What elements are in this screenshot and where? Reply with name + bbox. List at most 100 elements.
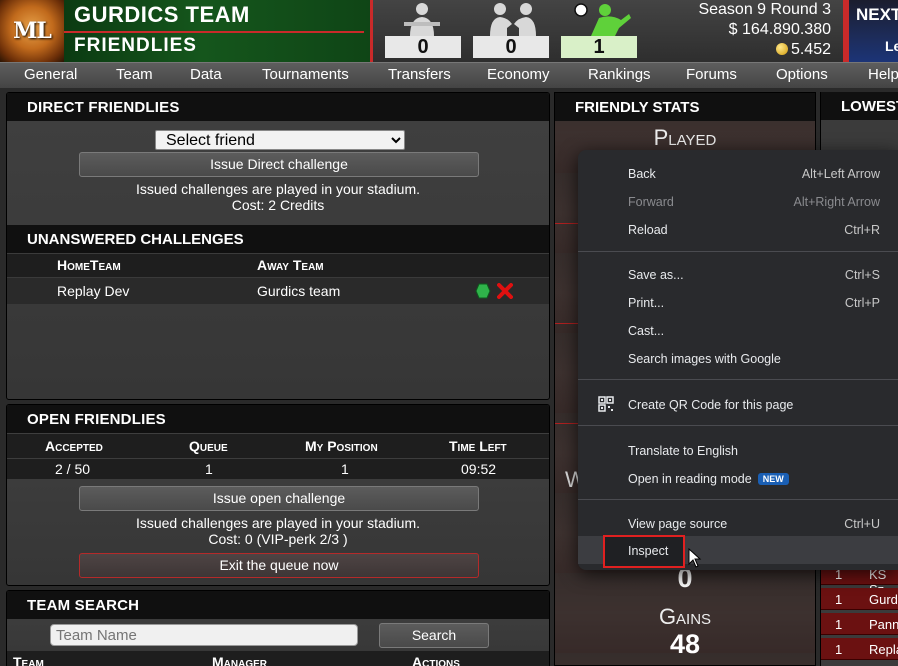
menu-label: Save as...: [628, 268, 684, 282]
credits-value: 5.452: [790, 41, 831, 58]
menu-item-search-images[interactable]: Search images with Google: [578, 344, 898, 372]
menu-shortcut: Alt+Left Arrow: [801, 167, 880, 181]
season-round: Season 9 Round 3: [698, 1, 831, 18]
menu-item-print[interactable]: Print... Ctrl+P: [578, 288, 898, 316]
draws-stat: 0: [467, 0, 549, 62]
team-title-block: GURDICS TEAM FRIENDLIES: [64, 0, 370, 62]
challenge-home-team[interactable]: Replay Dev: [57, 283, 129, 299]
nav-rankings[interactable]: Rankings: [588, 66, 651, 83]
next-match-block[interactable]: NEXT Le: [846, 0, 898, 62]
nav-data[interactable]: Data: [190, 66, 222, 83]
open-info-stadium: Issued challenges are played in your sta…: [135, 515, 421, 531]
friend-select[interactable]: Select friend: [155, 130, 405, 150]
coin-icon: [775, 43, 788, 55]
gains-value: 48: [669, 629, 701, 659]
menu-label: Open in reading mode NEW: [628, 472, 789, 486]
search-button[interactable]: Search: [379, 623, 489, 648]
nav-transfers[interactable]: Transfers: [388, 66, 451, 83]
handshake-icon: [490, 3, 536, 36]
page-title: FRIENDLIES: [74, 35, 197, 56]
menu-label: Forward: [628, 195, 674, 209]
col-team: Team: [13, 654, 44, 666]
friendly-stats-title: FRIENDLY STATS: [555, 93, 815, 121]
col-home-team: HomeTeam: [57, 257, 121, 273]
menu-separator: [578, 251, 898, 252]
match-record: 0 0 1 Season 9 Round 3 $ 164.890.380 5.4…: [370, 0, 846, 62]
loss-figure-icon: [404, 3, 440, 36]
team-name-search-input[interactable]: [50, 624, 358, 646]
lowest-row[interactable]: 1 Repla: [821, 638, 898, 660]
played-label: Played: [653, 125, 717, 150]
nav-team[interactable]: Team: [116, 66, 153, 83]
menu-item-save-as[interactable]: Save as... Ctrl+S: [578, 260, 898, 288]
col-time-left: Time Left: [449, 438, 507, 454]
direct-friendlies-panel: DIRECT FRIENDLIES Select friend Issue Di…: [6, 92, 550, 400]
nav-tournaments[interactable]: Tournaments: [262, 66, 349, 83]
challenge-away-team[interactable]: Gurdics team: [257, 283, 340, 299]
lowest-rank: 1: [835, 592, 843, 607]
col-actions: Actions: [412, 654, 460, 666]
menu-item-cast[interactable]: Cast...: [578, 316, 898, 344]
draws-count: 0: [473, 36, 549, 58]
menu-shortcut: Ctrl+U: [844, 517, 880, 531]
wins-count: 1: [561, 36, 637, 58]
menu-label-text: Open in reading mode: [628, 472, 752, 486]
wins-stat: 1: [555, 0, 637, 62]
lowest-team: Gurd: [869, 592, 898, 607]
team-name[interactable]: GURDICS TEAM: [74, 2, 250, 28]
losses-count: 0: [385, 36, 461, 58]
nav-help[interactable]: Help: [868, 66, 898, 83]
menu-label: Search images with Google: [628, 352, 781, 366]
menu-item-forward[interactable]: Forward Alt+Right Arrow: [578, 187, 898, 215]
menu-item-qr-code[interactable]: Create QR Code for this page: [578, 390, 898, 418]
menu-item-back[interactable]: Back Alt+Left Arrow: [578, 159, 898, 187]
lowest-row[interactable]: 1 Pann: [821, 613, 898, 635]
position-value: 1: [341, 461, 349, 477]
accepted-value: 2 / 50: [55, 461, 91, 477]
col-accepted: Accepted: [45, 438, 103, 454]
lowest-team: Repla: [869, 642, 898, 657]
direct-info-stadium: Issued challenges are played in your sta…: [135, 181, 421, 197]
lowest-team: Pann: [869, 617, 898, 632]
nav-options[interactable]: Options: [776, 66, 828, 83]
menu-label: Create QR Code for this page: [628, 398, 794, 412]
lowest-row[interactable]: 1 Gurd: [821, 588, 898, 610]
team-search-header-row: Team Manager Actions: [7, 651, 549, 666]
col-queue: Queue: [189, 438, 228, 454]
menu-label: Print...: [628, 296, 665, 310]
lowest-rank: 1: [835, 642, 843, 657]
open-friendlies-title: OPEN FRIENDLIES: [7, 405, 549, 433]
gains-label: Gains: [658, 604, 712, 629]
menu-separator: [578, 499, 898, 500]
menu-item-reload[interactable]: Reload Ctrl+R: [578, 215, 898, 243]
col-my-position: My Position: [305, 438, 378, 454]
direct-info-cost: Cost: 2 Credits: [231, 197, 325, 213]
issue-direct-challenge-button[interactable]: Issue Direct challenge: [79, 152, 479, 177]
credits-balance: 5.452: [698, 40, 831, 60]
title-divider: [64, 31, 364, 33]
menu-label: View page source: [628, 517, 728, 531]
next-match-league: Le: [885, 38, 898, 54]
win-player-icon: [574, 3, 631, 36]
menu-shortcut: Ctrl+R: [844, 223, 880, 237]
exit-queue-button[interactable]: Exit the queue now: [79, 553, 479, 578]
club-logo[interactable]: ML: [0, 0, 64, 62]
decline-challenge-icon[interactable]: [497, 283, 513, 299]
menu-item-view-source[interactable]: View page source Ctrl+U: [578, 509, 898, 537]
accept-challenge-icon[interactable]: [475, 283, 491, 299]
issue-open-challenge-button[interactable]: Issue open challenge: [79, 486, 479, 511]
menu-item-translate[interactable]: Translate to English: [578, 436, 898, 464]
mouse-cursor-icon: [688, 548, 702, 568]
menu-label: Translate to English: [628, 444, 739, 458]
nav-forums[interactable]: Forums: [686, 66, 737, 83]
menu-item-reading-mode[interactable]: Open in reading mode NEW: [578, 464, 898, 492]
inspect-label-overlay[interactable]: Inspect: [628, 544, 668, 558]
menu-separator: [578, 425, 898, 426]
menu-separator: [578, 379, 898, 380]
logo-text: ML: [13, 18, 52, 44]
time-left-value: 09:52: [461, 461, 497, 477]
nav-economy[interactable]: Economy: [487, 66, 550, 83]
team-search-title: TEAM SEARCH: [7, 591, 549, 619]
nav-general[interactable]: General: [24, 66, 77, 83]
menu-shortcut: Ctrl+P: [844, 296, 880, 310]
